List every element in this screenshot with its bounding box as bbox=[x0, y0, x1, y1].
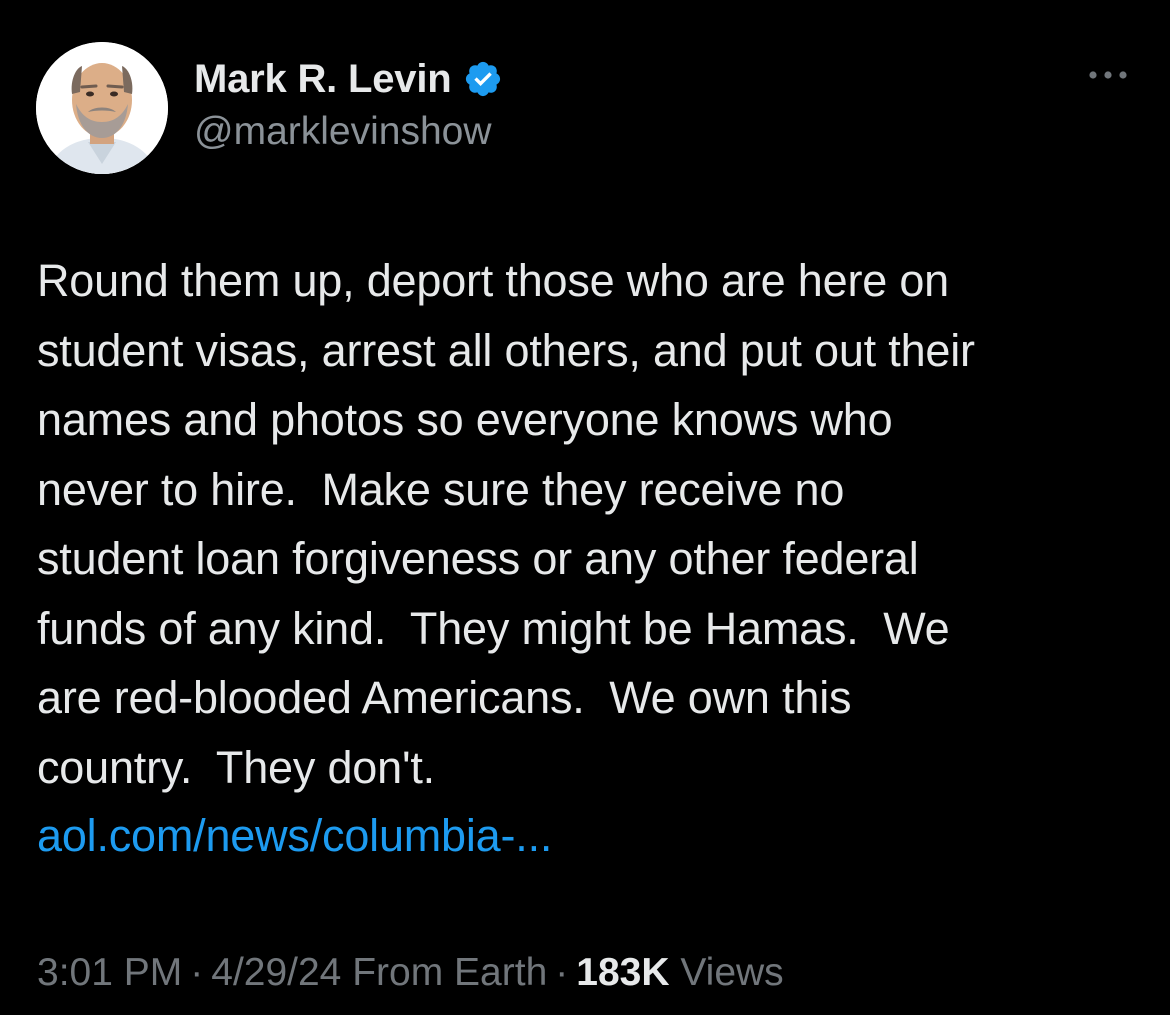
tweet-body-text: Round them up, deport those who are here… bbox=[37, 255, 975, 793]
tweet-time[interactable]: 3:01 PM bbox=[37, 951, 182, 994]
author-display-name[interactable]: Mark R. Levin bbox=[194, 57, 452, 102]
tweet-date[interactable]: 4/29/24 bbox=[211, 951, 341, 994]
meta-separator: · bbox=[190, 951, 204, 994]
meta-separator: · bbox=[555, 951, 569, 994]
more-options-icon[interactable] bbox=[1086, 60, 1130, 90]
avatar[interactable] bbox=[36, 42, 168, 174]
tweet-header: Mark R. Levin @marklevinshow bbox=[36, 42, 1136, 174]
views-count[interactable]: 183K bbox=[576, 951, 669, 994]
author-handle[interactable]: @marklevinshow bbox=[194, 110, 503, 154]
name-row: Mark R. Levin bbox=[194, 56, 503, 102]
views-label: Views bbox=[680, 951, 784, 994]
avatar-image bbox=[36, 42, 168, 174]
tweet-link[interactable]: aol.com/news/columbia-... bbox=[37, 801, 552, 871]
author-info: Mark R. Levin @marklevinshow bbox=[194, 56, 503, 154]
tweet-meta: 3:01 PM · 4/29/24 From Earth · 183K Views bbox=[37, 945, 784, 1001]
tweet-source: From Earth bbox=[352, 951, 548, 994]
tweet-container: Mark R. Levin @marklevinshow Round them … bbox=[0, 0, 1170, 1015]
verified-badge-icon[interactable] bbox=[463, 59, 503, 99]
